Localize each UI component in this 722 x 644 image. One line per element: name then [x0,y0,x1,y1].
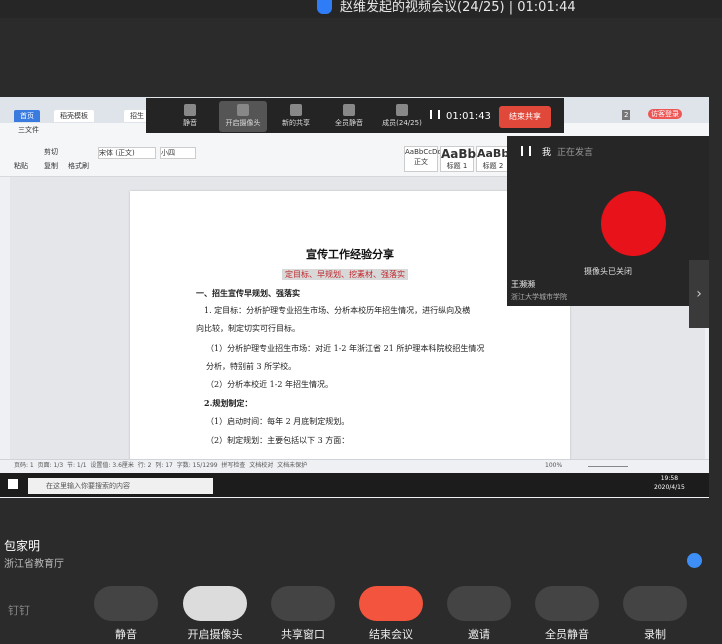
presenter-name: 包家明 [4,539,41,553]
doc-line-6: （2）分析本校近 1-2 年招生情况。 [206,380,334,389]
bottom-end-meeting-button[interactable] [359,586,423,621]
bottom-invite-button[interactable] [447,586,511,621]
mic-icon [184,104,196,116]
doc-line-7: 2.规划制定： [204,398,253,408]
speaker-org: 浙江大学城市学院 [511,293,567,301]
style-heading2-sample: AaBb [477,147,510,160]
mute-all-button[interactable]: 全员静音 [327,104,371,128]
panel-next-arrow-icon[interactable]: › [689,260,709,328]
notification-badge: 2 [622,110,631,120]
dingtalk-logo: 钉钉 [8,604,30,617]
signal-icon [430,110,440,119]
camera-button[interactable]: 开启摄像头 [221,104,265,128]
timer-text: 01:01:43 [446,111,491,122]
style-heading2[interactable]: AaBb 标题 2 [476,146,510,172]
document-subtitle: 定目标、早规划、挖素材、强落实 [282,269,408,280]
tab-home[interactable]: 首页 [14,110,40,122]
copy-button[interactable]: 复制 [44,161,58,171]
font-name-select[interactable]: 宋体 (正文) [98,147,156,159]
doc-line-9: （2）制定规划：主要包括以下 3 方面： [206,436,350,445]
file-menu[interactable]: 三文件 [18,125,39,135]
speaker-name: 王濒濒 [511,280,535,289]
doc-line-8: （1）启动时间：每年 2 月底制定规划。 [206,417,350,426]
new-share-button[interactable]: 新的共享 [274,104,318,128]
speaker-avatar [601,191,666,256]
style-heading2-label: 标题 2 [482,162,504,170]
bottom-mute-button[interactable] [94,586,158,621]
camera-label: 开启摄像头 [187,628,243,641]
bottom-record-button[interactable] [623,586,687,621]
record-label: 录制 [644,628,666,641]
doc-line-1: 一、招生宣传早规划、强落实 [196,288,300,298]
doc-line-5: 分析，特别前 3 所学校。 [206,362,297,371]
doc-line-4: （1）分析护理专业招生市场：对近 1-2 年浙江省 21 所护理本科院校招生情况 [206,344,485,353]
windows-icon[interactable] [8,479,18,489]
chat-icon[interactable] [687,553,702,568]
meeting-title: 赵维发起的视频会议(24/25) | 01:01:44 [340,0,576,15]
font-size-select[interactable]: 小四 [160,147,196,159]
meeting-timer: 01:01:43 [430,110,491,122]
style-heading1-label: 标题 1 [446,162,468,170]
members-icon [396,104,408,116]
share-icon [290,104,302,116]
shield-icon [317,0,332,14]
style-normal[interactable]: AaBbCcDd 正文 [404,146,442,172]
style-normal-sample: AaBbCcDd [405,148,442,156]
camera-icon [237,104,249,116]
mute-all-icon [343,104,355,116]
style-normal-label: 正文 [414,158,428,166]
guest-login[interactable]: 访客登录 [648,109,682,119]
taskbar-clock: 19:58 2020/4/15 [654,475,685,491]
doc-line-3: 向比较，制定切实可行目标。 [196,324,300,333]
zoom-slider[interactable] [588,466,628,467]
format-painter-button[interactable]: 格式刷 [68,161,89,171]
zoom-level[interactable]: 100% [545,461,562,471]
presenter-org: 浙江省教育厅 [4,559,64,570]
speaking-icon [521,146,531,156]
style-heading1-sample: AaBb [441,147,477,161]
document-title: 宣传工作经验分享 [306,248,394,261]
meeting-title-bar: 赵维发起的视频会议(24/25) | 01:01:44 [0,0,722,18]
doc-line-2: 1. 定目标：分析护理专业招生市场、分析本校历年招生情况，进行纵向及横 [204,306,471,315]
mute-button[interactable]: 静音 [168,104,212,128]
bottom-share-button[interactable] [271,586,335,621]
style-heading1[interactable]: AaBb 标题 1 [440,146,477,172]
status-items: 页码: 1 页面: 1/3 节: 1/1 设置值: 3.6厘米 行: 2 列: … [14,462,308,469]
wps-status-bar: 页码: 1 页面: 1/3 节: 1/1 设置值: 3.6厘米 行: 2 列: … [0,459,709,473]
end-share-button[interactable]: 结束共享 [499,106,551,128]
invite-label: 邀请 [468,628,490,641]
share-label: 共享窗口 [281,628,325,641]
bottom-mute-all-button[interactable] [535,586,599,621]
bottom-camera-button[interactable] [183,586,247,621]
taskbar-search-input[interactable]: 在这里输入你要搜索的内容 [28,478,213,494]
paste-button[interactable]: 粘贴 [14,161,28,171]
mute-label: 静音 [115,628,137,641]
document-page[interactable]: 宣传工作经验分享 定目标、早规划、挖素材、强落实 一、招生宣传早规划、强落实 1… [130,191,570,476]
cut-button[interactable]: 剪切 [44,147,58,157]
panel-header-status: 正在发言 [557,148,594,158]
panel-header-name: 我 [542,148,552,158]
tab-templates[interactable]: 稻壳模板 [54,110,94,122]
camera-off-text: 摄像头已关闭 [584,267,632,276]
mute-all-label: 全员静音 [545,628,589,641]
members-button[interactable]: 成员(24/25) [380,104,424,128]
end-meeting-label: 结束会议 [369,628,413,641]
